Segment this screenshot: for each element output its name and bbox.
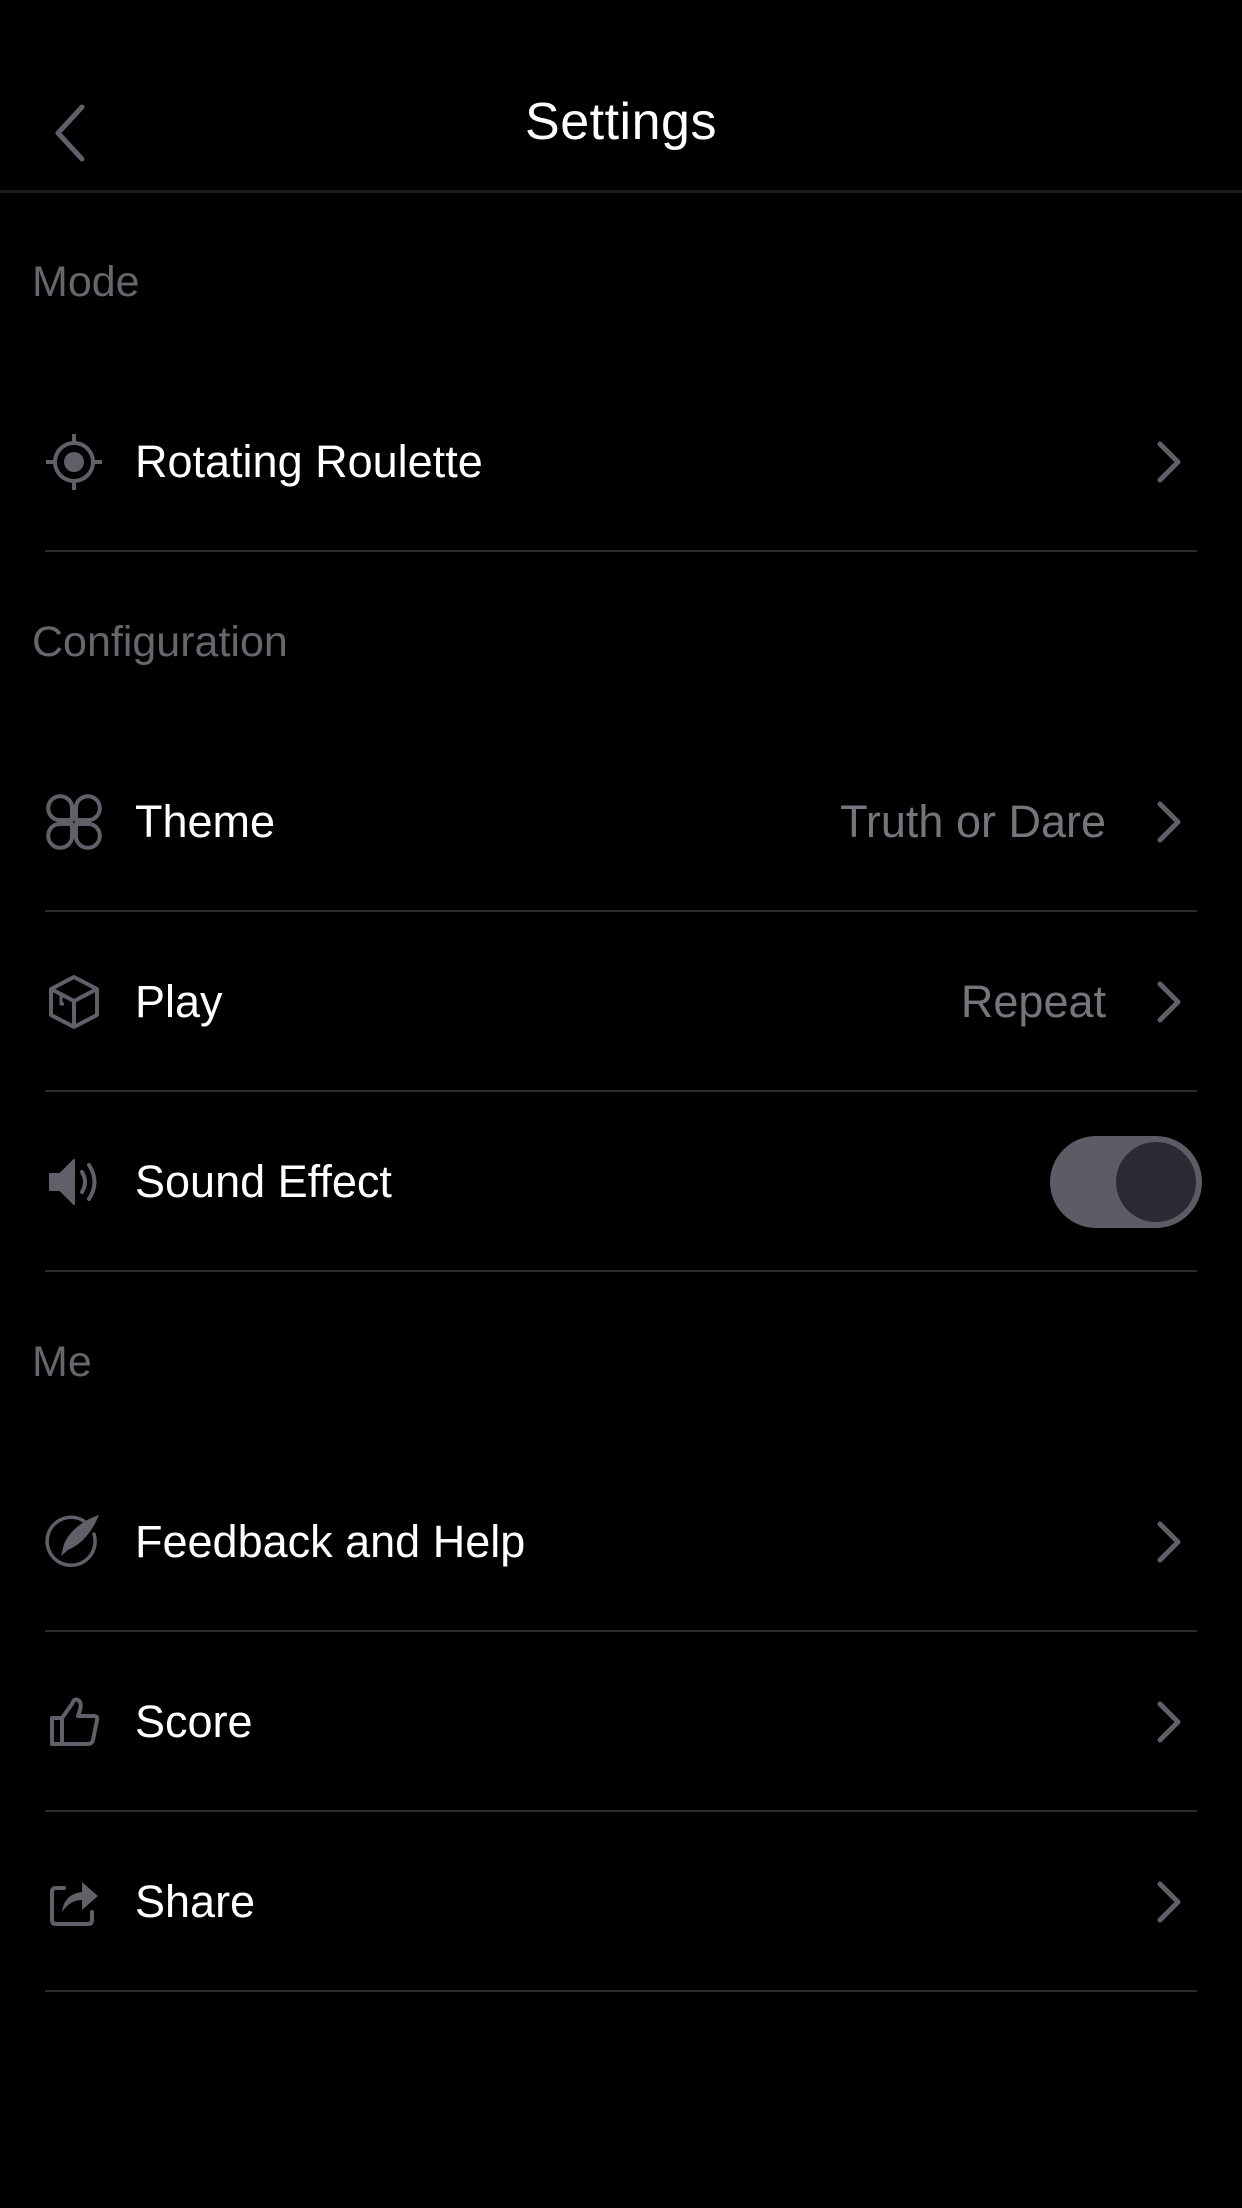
chevron-right-icon (1157, 441, 1181, 483)
feather-pen-icon (45, 1515, 99, 1567)
row-score[interactable]: Score (0, 1632, 1242, 1812)
row-feedback-and-help[interactable]: Feedback and Help (0, 1452, 1242, 1632)
chevron-right-icon (1157, 801, 1181, 843)
chevron-right-icon (1157, 1521, 1181, 1563)
share-icon (50, 1882, 98, 1926)
row-label: Score (135, 1696, 253, 1747)
thumbs-up-icon (50, 1697, 100, 1746)
row-theme[interactable]: Theme Truth or Dare (0, 732, 1242, 912)
section-label-mode: Mode (32, 258, 140, 306)
clover-icon (46, 794, 102, 850)
row-play[interactable]: Play Repeat (0, 912, 1242, 1092)
speaker-icon (49, 1159, 97, 1205)
nav-header: Settings (0, 0, 1242, 193)
divider (45, 550, 1197, 552)
section-label-configuration: Configuration (32, 618, 288, 666)
row-label: Rotating Roulette (135, 436, 483, 487)
page-title: Settings (525, 93, 717, 151)
play-value: Repeat (960, 976, 1106, 1027)
header-divider (0, 190, 1242, 193)
target-icon (46, 434, 102, 490)
chevron-right-icon (1157, 1881, 1181, 1923)
sound-effect-toggle[interactable] (1050, 1136, 1202, 1228)
row-label: Share (135, 1876, 256, 1927)
row-label: Feedback and Help (135, 1516, 526, 1567)
chevron-right-icon (1157, 981, 1181, 1023)
row-label: Theme (135, 796, 276, 847)
row-label: Sound Effect (135, 1156, 392, 1207)
row-share[interactable]: Share (0, 1812, 1242, 1992)
row-label: Play (135, 976, 223, 1027)
chevron-right-icon (1157, 1701, 1181, 1743)
row-rotating-roulette[interactable]: Rotating Roulette (0, 372, 1242, 552)
divider (45, 1990, 1197, 1992)
section-label-me: Me (32, 1338, 92, 1386)
divider (45, 1270, 1197, 1272)
theme-value: Truth or Dare (840, 796, 1106, 847)
toggle-knob (1116, 1142, 1196, 1222)
cube-icon (49, 975, 99, 1029)
row-sound-effect: Sound Effect (0, 1092, 1242, 1272)
